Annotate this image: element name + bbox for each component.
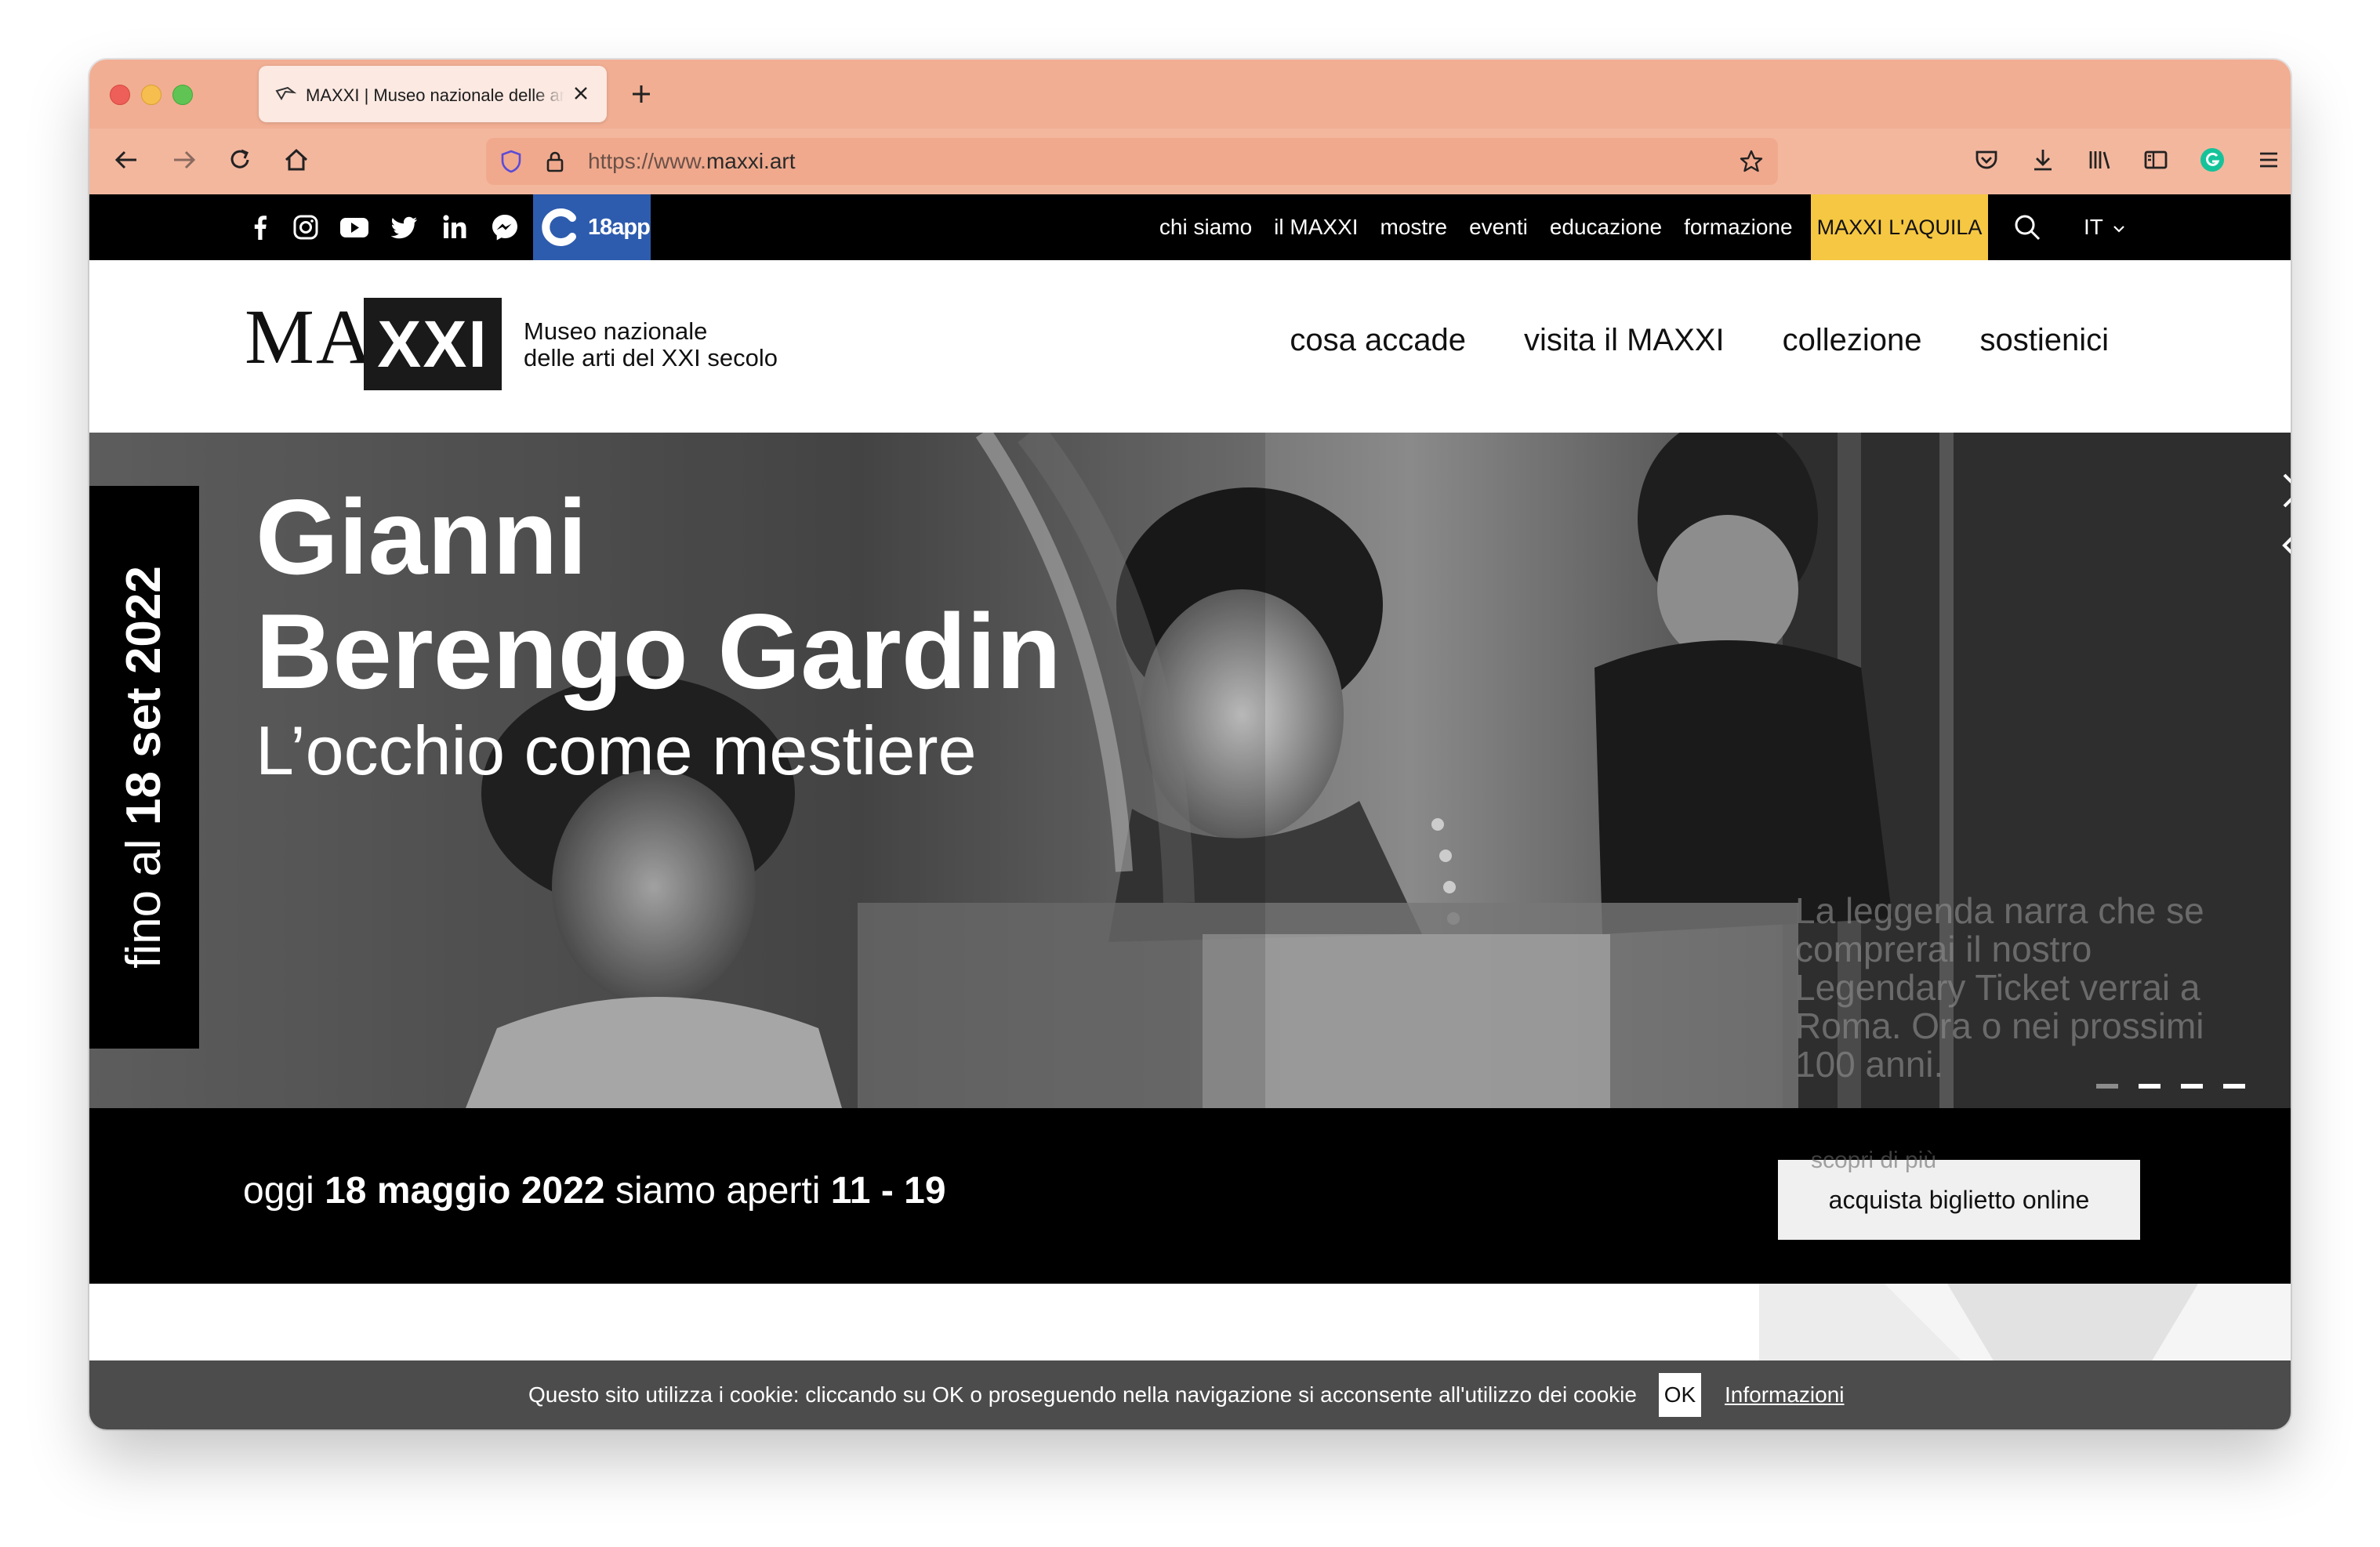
nav-sostienici[interactable]: sostienici [1979, 323, 2109, 358]
twitter-icon[interactable] [387, 210, 422, 245]
tab-title: MAXXI | Museo nazionale delle arti del X… [306, 85, 564, 105]
cookie-banner: Questo sito utilizza i cookie: cliccando… [89, 1360, 2291, 1429]
reload-icon[interactable] [223, 143, 257, 177]
site-top-strip: 18app chi siamo il MAXXI mostre eventi e… [89, 194, 2291, 260]
date-prefix: fino al [117, 825, 171, 969]
hero-carousel: fino al 18 set 2022 Gianni Berengo Gardi… [89, 433, 2291, 1108]
hero-title[interactable]: Gianni Berengo Gardin [256, 480, 1061, 708]
carousel-dot[interactable] [2181, 1084, 2203, 1089]
url-domain: maxxi.art [706, 149, 796, 173]
address-bar[interactable]: https://www.maxxi.art [486, 138, 1778, 185]
toplink-educazione[interactable]: educazione [1550, 215, 1662, 240]
site-header: MA XXI Museo nazionale delle arti del XX… [89, 260, 2291, 433]
main-nav: cosa accade visita il MAXXI collezione s… [1232, 323, 2109, 358]
cookie-ok-button[interactable]: OK [1659, 1373, 1701, 1417]
logo-ma-text: MA [245, 293, 375, 380]
browser-tab[interactable]: MAXXI | Museo nazionale delle arti del X… [259, 66, 607, 122]
close-tab-icon[interactable] [569, 82, 593, 105]
exhibition-date-text: fino al 18 set 2022 [117, 566, 172, 969]
subtitle-line-1: Museo nazionale [524, 317, 708, 345]
chevron-down-icon [2113, 226, 2124, 233]
url-prefix: https://www. [588, 149, 706, 173]
carousel-dot[interactable] [2139, 1084, 2161, 1089]
browser-nav-bar: https://www.maxxi.art [89, 129, 2291, 195]
language-selector[interactable]: IT [2084, 213, 2126, 241]
tracking-shield-icon[interactable] [497, 147, 525, 176]
logo-xxi-box: XXI [364, 298, 502, 390]
downloads-icon[interactable] [2026, 143, 2060, 177]
nav-cosa-accade[interactable]: cosa accade [1290, 323, 1466, 358]
exhibition-date-badge: fino al 18 set 2022 [89, 486, 199, 1049]
toplink-formazione[interactable]: formazione [1684, 215, 1793, 240]
url-text[interactable]: https://www.maxxi.art [588, 150, 796, 173]
hero-title-line-1: Gianni [256, 477, 588, 596]
decorative-shape [1759, 1284, 2291, 1362]
cookie-info-link[interactable]: Informazioni [1725, 1381, 1845, 1409]
app18-button[interactable]: 18app [533, 194, 651, 260]
carousel-dot[interactable] [2223, 1084, 2245, 1089]
new-tab-icon[interactable] [624, 77, 658, 111]
facebook-icon[interactable] [243, 210, 278, 245]
hero-subtitle: L’occhio come mestiere [256, 712, 977, 789]
carousel-prev-arrow-icon[interactable] [2273, 522, 2291, 569]
library-icon[interactable] [2082, 143, 2117, 177]
close-window-button[interactable] [110, 85, 130, 105]
forward-arrow-icon[interactable] [166, 143, 201, 177]
nav-visita-il-maxxi[interactable]: visita il MAXXI [1524, 323, 1725, 358]
info-date: 18 maggio 2022 [325, 1170, 605, 1212]
carousel-next-arrow-icon[interactable] [2273, 467, 2291, 514]
bookmark-star-icon[interactable] [1737, 147, 1765, 176]
app18-label: 18app [588, 215, 651, 240]
language-label: IT [2084, 215, 2103, 239]
linkedin-icon[interactable] [437, 210, 472, 245]
toplink-mostre[interactable]: mostre [1380, 215, 1448, 240]
info-hours: 11 - 19 [830, 1170, 946, 1212]
search-icon[interactable] [2010, 210, 2044, 245]
app18-logo-icon [542, 208, 576, 246]
legendary-ticket-overlay: La leggenda narra che se comprerai il no… [1795, 890, 2204, 1085]
grammarly-extension-icon[interactable] [2195, 143, 2229, 177]
nav-collezione[interactable]: collezione [1783, 323, 1922, 358]
home-icon[interactable] [279, 143, 314, 177]
museum-subtitle: Museo nazionale delle arti del XXI secol… [524, 318, 778, 371]
opening-hours-text: oggi 18 maggio 2022 siamo aperti 11 - 19 [243, 1168, 946, 1215]
subtitle-line-2: delle arti del XXI secolo [524, 344, 778, 371]
toplink-il-maxxi[interactable]: il MAXXI [1274, 215, 1358, 240]
maximize-window-button[interactable] [172, 85, 193, 105]
cookie-text: Questo sito utilizza i cookie: cliccando… [528, 1382, 1637, 1407]
browser-window: MAXXI | Museo nazionale delle arti del X… [89, 60, 2291, 1429]
maxxi-laquila-link[interactable]: MAXXI L'AQUILA [1811, 194, 1988, 260]
info-middle: siamo aperti [604, 1170, 831, 1212]
site-favicon-icon [275, 86, 296, 100]
date-value: 18 set 2022 [117, 566, 171, 826]
browser-tab-bar: MAXXI | Museo nazionale delle arti del X… [89, 60, 2291, 129]
instagram-icon[interactable] [288, 210, 323, 245]
info-prefix: oggi [243, 1170, 325, 1212]
toplink-eventi[interactable]: eventi [1469, 215, 1528, 240]
minimize-window-button[interactable] [141, 85, 161, 105]
lock-icon[interactable] [541, 147, 569, 176]
youtube-icon[interactable] [337, 210, 372, 245]
hamburger-menu-icon[interactable] [2251, 143, 2286, 177]
hero-title-line-2: Berengo Gardin [256, 592, 1061, 711]
toplink-chi-siamo[interactable]: chi siamo [1159, 215, 1252, 240]
carousel-dot[interactable] [2096, 1084, 2118, 1089]
back-arrow-icon[interactable] [110, 143, 144, 177]
sidebar-toggle-icon[interactable] [2139, 143, 2173, 177]
opening-hours-bar: oggi 18 maggio 2022 siamo aperti 11 - 19… [89, 1108, 2291, 1284]
pocket-icon[interactable] [1969, 143, 2004, 177]
overlay-scopri-link[interactable]: scopri di più [1811, 1147, 1936, 1174]
messenger-icon[interactable] [488, 210, 522, 245]
